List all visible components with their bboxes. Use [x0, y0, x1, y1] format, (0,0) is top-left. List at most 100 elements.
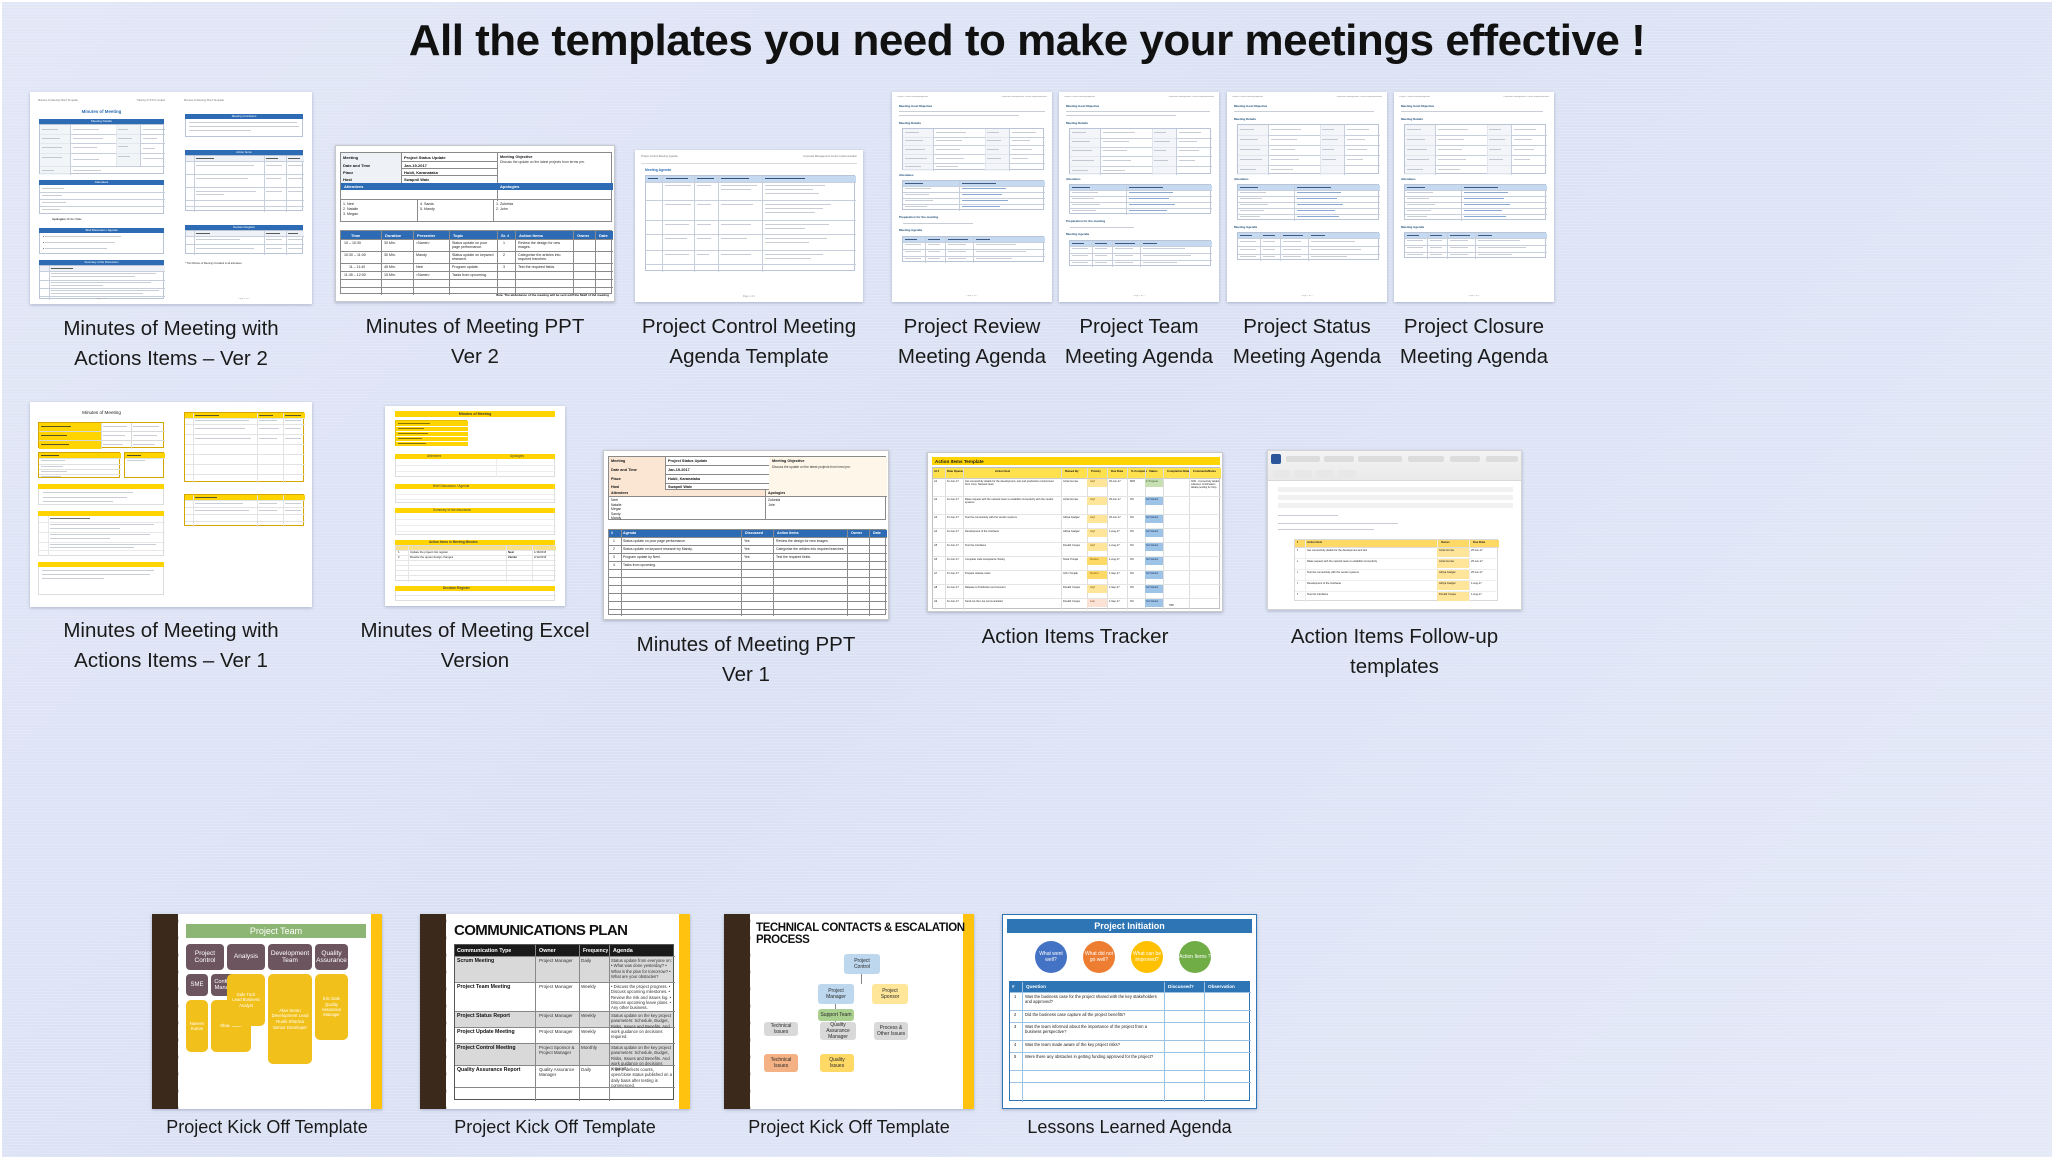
- doc-header-left-p2: Minutes of Meeting Word Template: [184, 99, 224, 102]
- thumbnail-minutes-of-meeting-ppt-ver2[interactable]: Meeting Date and Time Place Host Project…: [335, 145, 615, 368]
- thumbnail-project-control-meeting-agenda[interactable]: Project Control Meeting Agenda Corporate…: [635, 150, 863, 368]
- tool-btn-4[interactable]: [1338, 470, 1356, 478]
- r1-item: Get connectivity details for the develop…: [965, 480, 1054, 487]
- ribbon-group-3[interactable]: [1358, 456, 1402, 462]
- ribbon-bar[interactable]: [1268, 451, 1521, 481]
- ribbon-group-1[interactable]: [1286, 456, 1320, 462]
- agenda-table: # Agenda Discussed Action Items Owner Da…: [608, 529, 887, 616]
- thumbnail-project-team-meeting-agenda[interactable]: Project Control Meeting Agenda Corporate…: [1059, 92, 1219, 368]
- footer: Page 1 of 1: [1133, 295, 1145, 298]
- agenda-r3-time: 11 – 11:45: [349, 265, 366, 269]
- r4-due: 1-Aug-17: [1109, 530, 1120, 533]
- thumbnail-project-closure-meeting-agenda[interactable]: Project Control Meeting Agenda Corporate…: [1394, 92, 1554, 368]
- cp-r2-type: Project Team Meeting: [457, 984, 511, 990]
- r9-item: Send out the Live communication: [965, 600, 1004, 603]
- footnote: * The Minutes of Meeting circulated to a…: [185, 262, 242, 265]
- node-support-team: Support Team: [818, 1009, 854, 1021]
- connector-3: [835, 1021, 836, 1022]
- torn-edge-decoration: [420, 914, 453, 1109]
- thumbnail-project-kickoff-communications[interactable]: COMMUNICATIONS PLAN Communication Type O…: [420, 914, 690, 1137]
- caption-project-status-meeting-agenda: Project Status Meeting Agenda: [1232, 315, 1382, 368]
- sec-agenda: Meeting Agenda: [1401, 226, 1425, 229]
- brief-table: [39, 233, 164, 254]
- caption-project-kickoff-escalation: Project Kick Off Template: [748, 1117, 950, 1137]
- footer: Page 1 of 1: [966, 295, 978, 298]
- attendee-1: 1. Neel: [343, 202, 355, 206]
- tool-btn-1[interactable]: [1273, 470, 1291, 478]
- agenda-r3-topic: Program update.: [452, 265, 479, 269]
- hdr-left: Project Control Meeting Agenda: [1399, 96, 1430, 98]
- thumbnail-project-kickoff-escalation[interactable]: TECHNICAL CONTACTS & ESCALATION PROCESS …: [724, 914, 974, 1137]
- ribbon-group-6[interactable]: [1486, 456, 1518, 462]
- lbl-meeting: Meeting: [611, 459, 626, 463]
- tool-btn-3[interactable]: [1316, 470, 1334, 478]
- fu-r4-no: 4: [1297, 582, 1299, 585]
- org-chart-preview: Project Team Project Control Analysis De…: [152, 914, 382, 1109]
- cc-field[interactable]: [1278, 495, 1513, 500]
- thumbnail-project-review-meeting-agenda[interactable]: Project Control Meeting Agenda Corporate…: [892, 92, 1052, 368]
- names-sme: Naveen Kumar: [186, 1000, 208, 1052]
- lessons-table: # Question Discussed? Observation 1 Was …: [1009, 981, 1251, 1102]
- tool-btn-2[interactable]: [1294, 470, 1312, 478]
- slide-canvas: All the templates you need to make your …: [0, 0, 2054, 1159]
- ribbon-group-5[interactable]: [1450, 456, 1480, 462]
- role-quality-assurance: Quality Assurance: [315, 944, 348, 970]
- r9-pct: 0%: [1130, 600, 1134, 603]
- sec-agenda: Meeting Agenda: [899, 229, 923, 232]
- col-date: Date: [873, 531, 881, 536]
- agenda-r1-sr: 1: [503, 241, 505, 245]
- agenda-header-right: Corporate Management Centre Implementati…: [802, 155, 857, 158]
- r1-disc: Yes: [744, 538, 750, 543]
- thumbnail-project-kickoff-team[interactable]: Project Team Project Control Analysis De…: [152, 914, 382, 1137]
- col-sr: Sr. #: [501, 232, 510, 238]
- col-presenter: Presenter: [417, 232, 436, 238]
- names-development-team: Alan Sento Development Lead Rushi Sharma…: [268, 974, 312, 1064]
- agenda-doc-preview: Project Control Meeting Agenda Corporate…: [1227, 92, 1387, 302]
- thumbnail-minutes-of-meeting-actions-ver1[interactable]: Minutes of Meeting Minutes of Meeting wi…: [30, 402, 312, 672]
- details-table: [1069, 128, 1212, 175]
- r1-date: 11-Jun-17: [947, 480, 959, 483]
- thumbnail-action-items-tracker[interactable]: Action Items Template AI # Date Opened A…: [927, 452, 1223, 648]
- r2-prio: High: [1090, 498, 1096, 501]
- thumbnail-project-status-meeting-agenda[interactable]: Project Control Meeting Agenda Corporate…: [1227, 92, 1387, 368]
- r2-no: 2: [613, 546, 615, 551]
- to-field[interactable]: [1278, 487, 1513, 492]
- col-date: Date Opened: [947, 470, 965, 473]
- thumbnail-lessons-learned-agenda[interactable]: Project Initiation What went well? What …: [1002, 914, 1257, 1137]
- yellow-accent-strip: [371, 914, 382, 1109]
- doc-header-right: Training XYZ Pvt Limited: [136, 99, 165, 102]
- r5-owner: Donald Cooper: [1063, 544, 1081, 547]
- r9-ai: A9: [934, 600, 938, 603]
- thumbnail-minutes-of-meeting-ppt-ver1[interactable]: Meeting Date and Time Place Host Project…: [603, 450, 889, 686]
- r4-date: 11-Jun-17: [947, 530, 959, 533]
- caption-project-kickoff-team: Project Kick Off Template: [166, 1117, 368, 1137]
- val-place: Hubli, Karanataka: [668, 476, 701, 481]
- r1-no: 1: [613, 538, 615, 543]
- node-project-manager: Project Manager: [818, 984, 854, 1004]
- ribbon-group-4[interactable]: [1408, 456, 1444, 462]
- apology-1: 1. Zubeida: [496, 202, 513, 206]
- thumbnail-action-items-followup[interactable]: # Action Item Owner Due Date 1 Get conne…: [1267, 450, 1522, 678]
- agenda-main-table: [645, 175, 856, 272]
- col-owner: Owner: [851, 531, 863, 536]
- fu-r2-owner: Anita Gurnav: [1439, 560, 1455, 563]
- fu-r5-owner: Donald Cooper: [1439, 593, 1457, 596]
- cp-r1-freq: Daily: [581, 958, 592, 963]
- ribbon-group-2[interactable]: [1324, 456, 1354, 462]
- r3-ai: A3: [934, 516, 938, 519]
- caption-project-closure-meeting-agenda: Project Closure Meeting Agenda: [1399, 315, 1549, 368]
- col-completion: Completion Date: [1167, 470, 1190, 473]
- fu-r2-item: Raise request with the network team to e…: [1307, 560, 1378, 563]
- summary-table: [38, 516, 165, 556]
- thumbnail-minutes-of-meeting-excel-version[interactable]: Minutes of Meeting Attendees Apologies B…: [360, 406, 590, 672]
- agenda-doc-preview: Project Control Meeting Agenda Corporate…: [1059, 92, 1219, 302]
- r7-pct: 0%: [1130, 572, 1134, 575]
- attendee-table: [1237, 184, 1380, 221]
- attendee-4: 4. Sandu: [420, 202, 435, 206]
- fu-r4-due: 1-Aug-17: [1471, 582, 1482, 585]
- r6-date: 11-Jun-17: [947, 558, 959, 561]
- r8-due: 1-Sep-17: [1109, 586, 1120, 589]
- r9-status: Not Started: [1146, 600, 1159, 603]
- subject-field[interactable]: [1278, 503, 1513, 508]
- thumbnail-minutes-of-meeting-actions-ver2[interactable]: Minutes of Meeting Word Template Trainin…: [30, 92, 312, 370]
